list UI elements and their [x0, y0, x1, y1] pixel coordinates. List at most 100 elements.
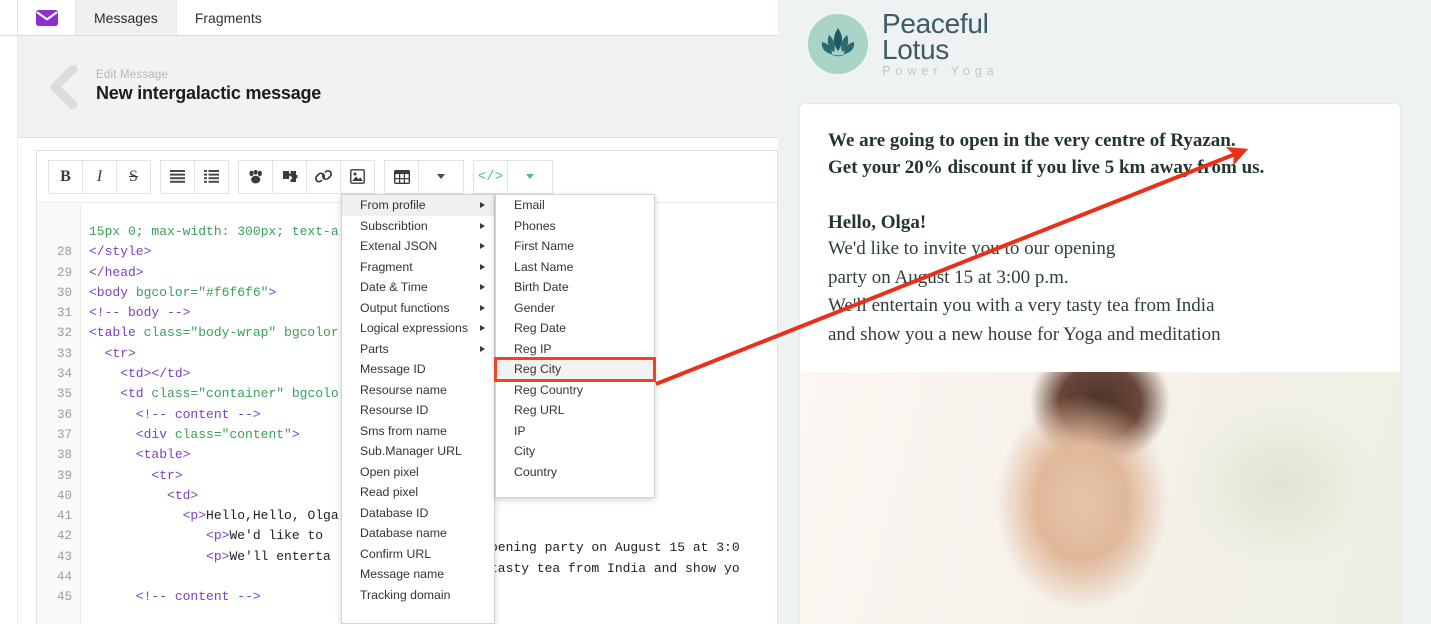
menu-item-label: Open pixel: [360, 464, 419, 479]
submenu-item-label: IP: [514, 423, 526, 438]
code-token: <table: [89, 325, 144, 341]
toolbar-group-code: </>: [473, 159, 553, 194]
menu-item-open-pixel[interactable]: Open pixel: [342, 462, 494, 483]
menu-item-label: Message ID: [360, 362, 426, 377]
ordered-list-button[interactable]: [194, 159, 229, 194]
brand-line-2: Lotus: [882, 34, 949, 65]
code-token: class="body-wrap" bgcolor: [143, 325, 339, 341]
image-icon[interactable]: [340, 159, 375, 194]
menu-item-label: Tracking domain: [360, 587, 451, 602]
menu-item-read-pixel[interactable]: Read pixel: [342, 482, 494, 503]
email-text-block: We are going to open in the very centre …: [800, 104, 1400, 348]
submenu-item-label: Reg City: [514, 362, 562, 377]
link-icon[interactable]: [306, 159, 341, 194]
line-number: 29: [56, 265, 72, 280]
menu-item-resourse-name[interactable]: Resourse name: [342, 380, 494, 401]
code-token: <div: [89, 426, 175, 442]
menu-item-label: Date & Time: [360, 280, 428, 295]
menu-item-database-name[interactable]: Database name: [342, 523, 494, 544]
code-button[interactable]: </>: [473, 159, 508, 194]
submenu-item-birth-date[interactable]: Birth Date: [496, 277, 654, 298]
submenu-item-reg-country[interactable]: Reg Country: [496, 380, 654, 401]
line-number-gutter: 28 29 30 31 32 33 34 35 36 37 38 39 40 41 42 43 44 45: [37, 204, 81, 624]
code-token: <table>: [89, 447, 191, 463]
email-body-line-3: We'll entertain you with a very tasty te…: [828, 295, 1215, 317]
tab-messages[interactable]: Messages: [76, 0, 177, 35]
email-body-line-4: and show you a new house for Yoga and me…: [828, 323, 1221, 345]
submenu-item-last-name[interactable]: Last Name: [496, 257, 654, 278]
code-token: <body: [89, 284, 136, 300]
strikethrough-button[interactable]: S: [116, 159, 151, 194]
menu-item-sms-from-name[interactable]: Sms from name: [342, 421, 494, 442]
chevron-right-icon: [480, 222, 485, 229]
menu-item-extenal-json[interactable]: Extenal JSON: [342, 236, 494, 257]
line-number: [37, 222, 72, 242]
submenu-item-reg-ip[interactable]: Reg IP: [496, 339, 654, 360]
menu-item-message-id[interactable]: Message ID: [342, 359, 494, 380]
submenu-item-label: Birth Date: [514, 280, 569, 295]
code-dropdown-button[interactable]: [507, 159, 553, 194]
submenu-item-gender[interactable]: Gender: [496, 298, 654, 319]
menu-item-date-time[interactable]: Date & Time: [342, 277, 494, 298]
tab-fragments[interactable]: Fragments: [176, 0, 280, 35]
menu-item-parts[interactable]: Parts: [342, 339, 494, 360]
email-preview-card: We are going to open in the very centre …: [800, 104, 1400, 624]
envelope-icon[interactable]: [18, 0, 76, 35]
toolbar-group-text: B I S: [48, 159, 151, 194]
code-token: class="container" bgcolo: [151, 386, 339, 402]
submenu-item-reg-date[interactable]: Reg Date: [496, 318, 654, 339]
menu-item-resourse-id[interactable]: Resourse ID: [342, 400, 494, 421]
code-token: <td></td>: [89, 366, 191, 382]
puzzle-icon[interactable]: [272, 159, 307, 194]
menu-item-output-functions[interactable]: Output functions: [342, 298, 494, 319]
code-token: <!-- content -->: [89, 589, 261, 605]
line-number: 34: [56, 367, 72, 382]
bold-button[interactable]: B: [48, 159, 83, 194]
menu-item-confirm-url[interactable]: Confirm URL: [342, 544, 494, 565]
table-dropdown-button[interactable]: [418, 159, 464, 194]
insert-variable-menu[interactable]: From profile Subscribtion Extenal JSON Frag…: [341, 194, 495, 624]
line-number: 42: [56, 529, 72, 544]
editor-panel: Messages Fragments Edit Message New inte…: [0, 0, 778, 624]
paw-icon[interactable]: [238, 159, 273, 194]
italic-button[interactable]: I: [82, 159, 117, 194]
strikethrough-glyph: S: [129, 167, 138, 185]
submenu-item-label: Reg Country: [514, 382, 584, 397]
code-token: >: [291, 426, 300, 442]
line-number: 45: [56, 590, 72, 605]
lotus-icon: [808, 13, 868, 74]
submenu-item-reg-city[interactable]: Reg City: [494, 357, 656, 382]
header-texts: Edit Message New intergalactic message: [96, 69, 321, 104]
app-root: Messages Fragments Edit Message New inte…: [0, 0, 1431, 624]
unordered-list-button[interactable]: [160, 159, 195, 194]
submenu-item-reg-url[interactable]: Reg URL: [496, 400, 654, 421]
from-profile-submenu[interactable]: Email Phones First Name Last Name Birth Date…: [494, 194, 656, 498]
menu-item-from-profile[interactable]: From profile: [342, 195, 494, 216]
menu-item-tracking-domain[interactable]: Tracking domain: [342, 585, 494, 606]
submenu-item-city[interactable]: City: [496, 441, 654, 462]
chevron-left-icon[interactable]: [36, 64, 92, 109]
menu-item-message-name[interactable]: Message name: [342, 564, 494, 585]
code-token: <td>: [89, 487, 199, 503]
submenu-item-label: Reg IP: [514, 341, 552, 356]
chevron-down-icon: [437, 174, 445, 179]
menu-item-logical-expressions[interactable]: Logical expressions: [342, 318, 494, 339]
code-token: <tr>: [89, 345, 136, 361]
submenu-item-email[interactable]: Email: [496, 195, 654, 216]
submenu-item-ip[interactable]: IP: [496, 421, 654, 442]
menu-item-database-id[interactable]: Database ID: [342, 503, 494, 524]
submenu-item-label: Email: [514, 198, 545, 213]
line-number: 35: [56, 387, 72, 402]
submenu-item-country[interactable]: Country: [496, 462, 654, 483]
chevron-right-icon: [480, 345, 485, 352]
menu-item-label: Logical expressions: [360, 321, 469, 336]
code-glyph: </>: [477, 168, 504, 185]
line-number: 44: [56, 570, 72, 585]
code-token: <!-- body -->: [89, 305, 191, 321]
submenu-item-phones[interactable]: Phones: [496, 216, 654, 237]
submenu-item-first-name[interactable]: First Name: [496, 236, 654, 257]
menu-item-sub-manager-url[interactable]: Sub.Manager URL: [342, 441, 494, 462]
menu-item-subscribtion[interactable]: Subscribtion: [342, 216, 494, 237]
menu-item-fragment[interactable]: Fragment: [342, 257, 494, 278]
table-icon[interactable]: [384, 159, 419, 194]
